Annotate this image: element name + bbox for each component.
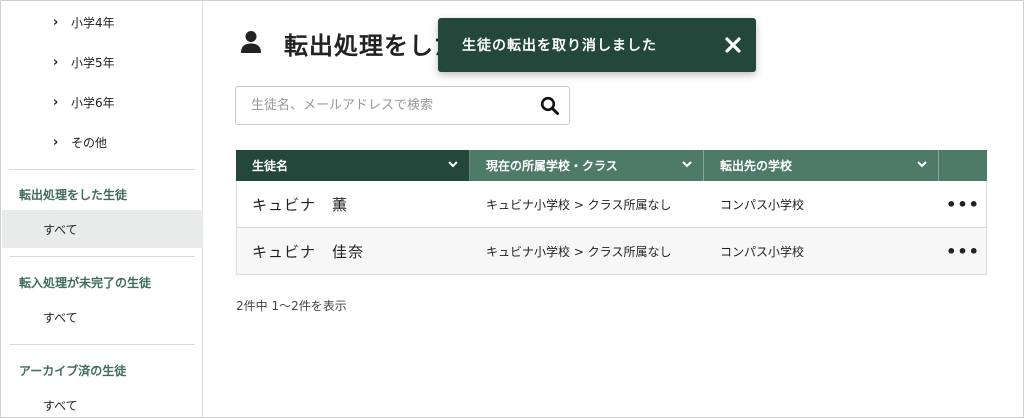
sidebar-section-title-transferred-out: 転出処理をした生徒: [19, 188, 128, 202]
user-icon: [240, 30, 262, 58]
sidebar-item-grade6[interactable]: › 小学6年: [53, 92, 115, 112]
toast-notification: 生徒の転出を取り消しました: [438, 18, 756, 72]
table-row[interactable]: キュビナ 薫 キュビナ小学校 > クラス所属なし コンパス小学校 •••: [236, 181, 987, 228]
table-row[interactable]: キュビナ 佳奈 キュビナ小学校 > クラス所属なし コンパス小学校 •••: [236, 228, 987, 275]
chevron-down-icon: [682, 161, 692, 168]
close-icon[interactable]: [724, 36, 742, 54]
chevron-down-icon: [917, 161, 927, 168]
sidebar-item-grade4[interactable]: › 小学4年: [53, 12, 115, 32]
chevron-right-icon: ›: [53, 14, 59, 30]
sidebar-section-title-transfer-in-pending: 転入処理が未完了の生徒: [19, 276, 152, 290]
toast-message: 生徒の転出を取り消しました: [462, 38, 657, 54]
sidebar-item-grade5[interactable]: › 小学5年: [53, 52, 115, 72]
chevron-right-icon: ›: [53, 94, 59, 110]
sidebar-item-label: 小学5年: [71, 55, 115, 70]
sidebar-item-archived-all[interactable]: すべて: [2, 386, 203, 418]
column-header-student-name[interactable]: 生徒名: [236, 150, 470, 181]
result-count: 2件中 1〜2件を表示: [236, 299, 347, 313]
page-header: 転出処理をした: [240, 26, 459, 61]
sidebar-divider: [9, 256, 195, 257]
destination-school: コンパス小学校: [720, 197, 805, 212]
current-school: キュビナ小学校 > クラス所属なし: [486, 244, 672, 259]
column-header-label: 現在の所属学校・クラス: [486, 159, 618, 173]
sidebar-item-transfer-in-pending-all[interactable]: すべて: [2, 298, 203, 336]
column-header-label: 生徒名: [252, 159, 289, 173]
sidebar-item-other[interactable]: › その他: [53, 132, 107, 152]
search-input[interactable]: [236, 87, 526, 124]
student-name: キュビナ 薫: [252, 195, 349, 214]
chevron-right-icon: ›: [53, 134, 59, 150]
search-box: [235, 86, 570, 125]
more-options-icon[interactable]: •••: [940, 181, 986, 227]
sidebar-divider: [9, 344, 195, 345]
chevron-right-icon: ›: [53, 54, 59, 70]
chevron-down-icon: [448, 161, 458, 168]
current-school: キュビナ小学校 > クラス所属なし: [486, 197, 672, 212]
column-header-current-school[interactable]: 現在の所属学校・クラス: [470, 150, 704, 181]
students-table: 生徒名 現在の所属学校・クラス 転出先の学校 キュビナ 薫 キュビナ小学校 > …: [236, 150, 987, 275]
column-header-label: 転出先の学校: [720, 159, 793, 173]
sidebar-item-transferred-out-all[interactable]: すべて: [2, 210, 203, 248]
sidebar-item-label: 小学6年: [71, 95, 115, 110]
page-title: 転出処理をした: [284, 32, 459, 60]
sidebar-divider: [9, 169, 195, 170]
more-options-icon[interactable]: •••: [940, 228, 986, 274]
sidebar-section-title-archived: アーカイブ済の生徒: [19, 364, 127, 378]
student-name: キュビナ 佳奈: [252, 242, 365, 261]
sidebar-item-label: その他: [71, 135, 108, 150]
sidebar: › 小学4年 › 小学5年 › 小学6年 › その他 転出処理をした生徒 すべて…: [1, 1, 203, 417]
sidebar-item-label: 小学4年: [71, 15, 115, 30]
search-icon[interactable]: [540, 96, 560, 116]
column-header-actions: [939, 150, 987, 181]
destination-school: コンパス小学校: [720, 244, 805, 259]
column-header-destination-school[interactable]: 転出先の学校: [704, 150, 939, 181]
table-header: 生徒名 現在の所属学校・クラス 転出先の学校: [236, 150, 987, 181]
